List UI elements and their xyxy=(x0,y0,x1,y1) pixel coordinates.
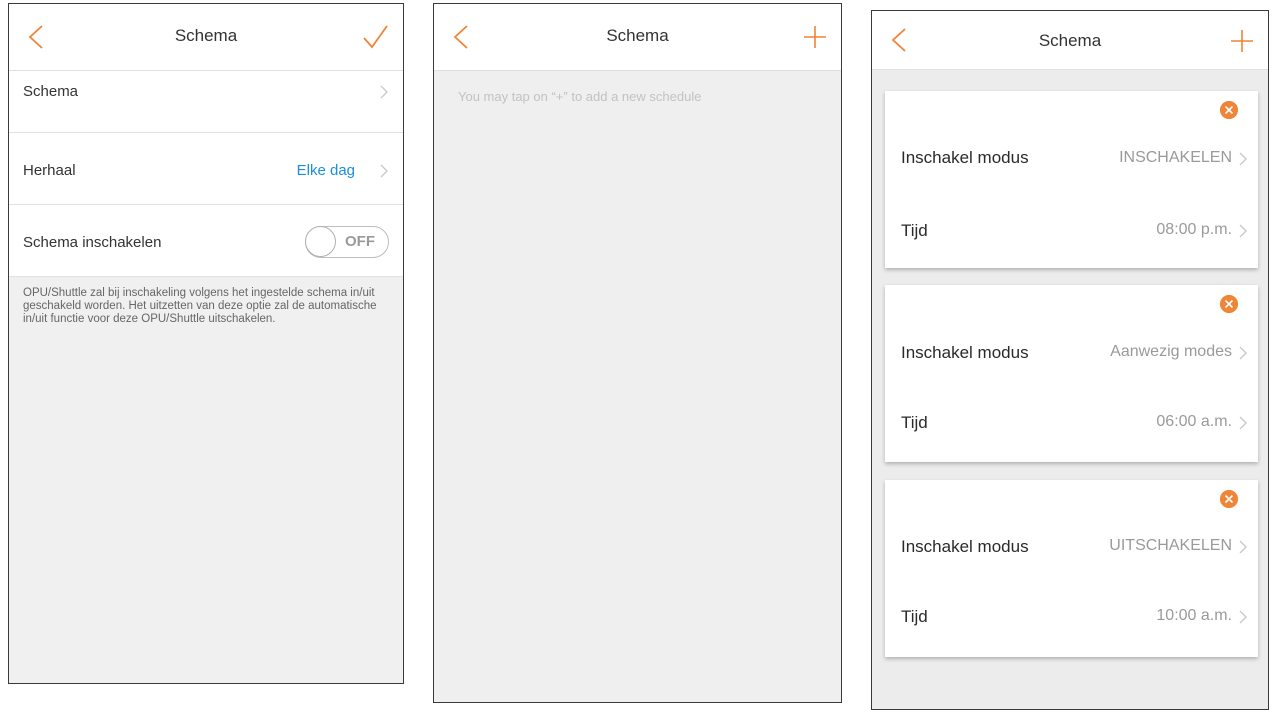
mode-label: Inschakel modus xyxy=(901,537,1029,556)
schema-row[interactable]: Schema xyxy=(9,71,403,133)
delete-icon[interactable] xyxy=(1220,490,1238,508)
mode-label: Inschakel modus xyxy=(901,343,1029,362)
plus-icon[interactable] xyxy=(801,23,829,51)
header-bar: Schema xyxy=(9,4,403,71)
time-value[interactable]: 06:00 a.m. xyxy=(1156,413,1232,431)
chevron-right-icon xyxy=(1239,346,1247,360)
chevron-right-icon xyxy=(1239,152,1247,166)
schedule-card[interactable]: Inschakel modus INSCHAKELEN Tijd 08:00 p… xyxy=(885,91,1258,268)
mode-value[interactable]: INSCHAKELEN xyxy=(1119,149,1232,167)
time-value[interactable]: 10:00 a.m. xyxy=(1156,607,1232,625)
repeat-row-label: Herhaal xyxy=(23,162,76,179)
enable-schedule-row: Schema inschakelen OFF xyxy=(9,205,403,277)
delete-icon[interactable] xyxy=(1220,295,1238,313)
toggle-state-label: OFF xyxy=(345,233,375,250)
chevron-right-icon xyxy=(1239,416,1247,430)
chevron-right-icon xyxy=(380,85,388,99)
schedule-empty-screen: Schema You may tap on “+” to add a new s… xyxy=(433,3,842,703)
schema-row-label: Schema xyxy=(23,83,79,100)
enable-schedule-toggle[interactable]: OFF xyxy=(305,226,389,258)
mode-value[interactable]: Aanwezig modes xyxy=(1110,343,1232,361)
delete-icon[interactable] xyxy=(1220,101,1238,119)
chevron-right-icon xyxy=(1239,224,1247,238)
mode-value[interactable]: UITSCHAKELEN xyxy=(1109,537,1232,555)
mode-label: Inschakel modus xyxy=(901,148,1029,167)
repeat-row[interactable]: Herhaal Elke dag xyxy=(9,133,403,205)
page-title: Schema xyxy=(606,26,669,45)
page-title: Schema xyxy=(1038,31,1102,50)
empty-state-hint: You may tap on “+” to add a new schedule xyxy=(458,89,702,104)
header-bar: Schema xyxy=(872,11,1268,70)
time-value[interactable]: 08:00 p.m. xyxy=(1156,221,1232,239)
schedule-list-screen: Schema Inschakel modus INSCHAKELEN Tijd … xyxy=(871,10,1269,710)
schedule-card[interactable]: Inschakel modus UITSCHAKELEN Tijd 10:00 … xyxy=(885,480,1258,657)
schedule-card[interactable]: Inschakel modus Aanwezig modes Tijd 06:0… xyxy=(885,285,1258,462)
plus-icon[interactable] xyxy=(1228,27,1256,55)
chevron-right-icon xyxy=(1239,540,1247,554)
time-label: Tijd xyxy=(901,221,928,240)
chevron-right-icon xyxy=(1239,610,1247,624)
checkmark-icon[interactable] xyxy=(361,23,389,51)
enable-schedule-label: Schema inschakelen xyxy=(23,234,162,251)
header-bar: Schema xyxy=(434,4,841,71)
repeat-value: Elke dag xyxy=(296,162,355,179)
chevron-right-icon xyxy=(380,164,388,178)
toggle-knob xyxy=(305,226,336,257)
schedule-edit-screen: Schema Schema Herhaal Elke dag Schema in… xyxy=(8,3,404,684)
time-label: Tijd xyxy=(901,607,928,626)
page-title: Schema xyxy=(174,26,238,45)
schedule-description: OPU/Shuttle zal bij inschakeling volgens… xyxy=(9,277,403,683)
time-label: Tijd xyxy=(901,413,928,432)
